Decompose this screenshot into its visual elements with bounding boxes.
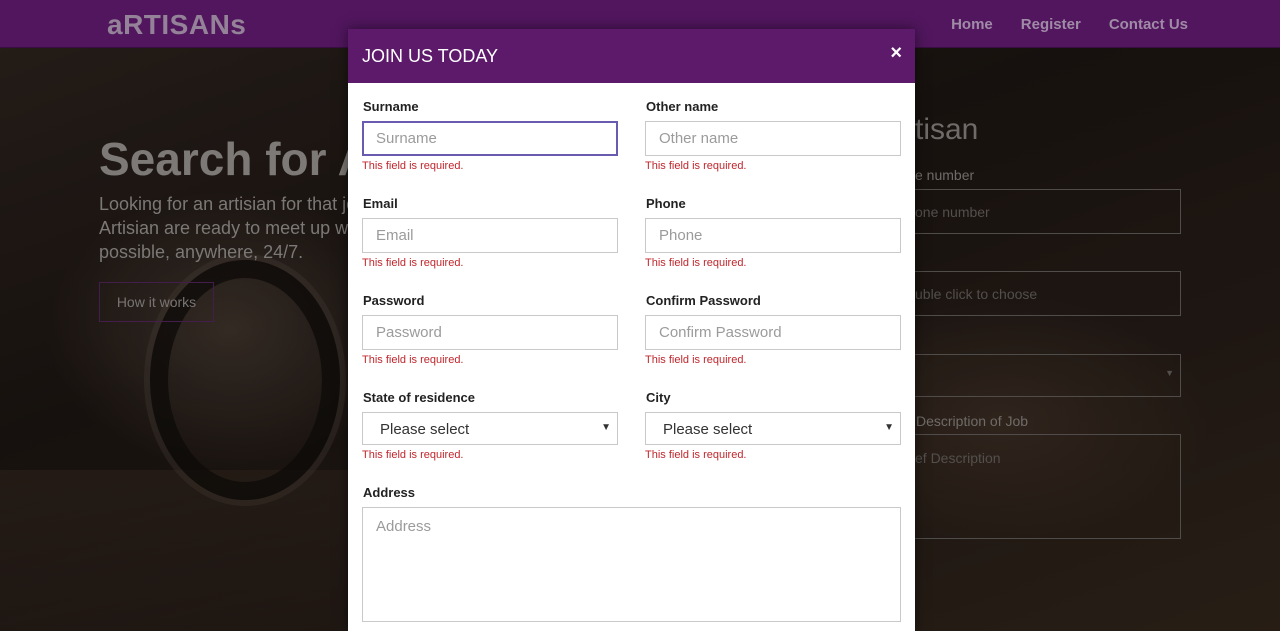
othername-error: This field is required.: [645, 160, 747, 172]
phone-input[interactable]: [645, 218, 901, 253]
email-error: This field is required.: [362, 257, 464, 269]
othername-field: Other name This field is required.: [645, 99, 901, 172]
city-select-value: Please select: [663, 421, 753, 438]
modal-title: JOIN US TODAY: [362, 46, 499, 66]
password-input[interactable]: [362, 315, 618, 350]
join-modal: JOIN US TODAY × Surname This field is re…: [348, 29, 915, 631]
chevron-down-icon: ▼: [601, 422, 611, 433]
password-error: This field is required.: [362, 354, 464, 366]
address-field: Address This field is required.: [362, 485, 901, 631]
state-error: This field is required.: [362, 449, 464, 461]
state-select[interactable]: Please select ▼: [362, 412, 618, 445]
chevron-down-icon: ▼: [884, 422, 894, 433]
state-label: State of residence: [363, 390, 475, 405]
othername-label: Other name: [646, 99, 719, 114]
city-error: This field is required.: [645, 449, 747, 461]
surname-field: Surname This field is required.: [362, 99, 618, 172]
confirm-password-input[interactable]: [645, 315, 901, 350]
othername-input[interactable]: [645, 121, 901, 156]
email-input[interactable]: [362, 218, 618, 253]
close-icon[interactable]: ×: [890, 43, 902, 63]
password-label: Password: [363, 293, 425, 308]
state-field: State of residence Please select ▼ This …: [362, 390, 618, 461]
confirm-password-field: Confirm Password This field is required.: [645, 293, 901, 366]
password-field: Password This field is required.: [362, 293, 618, 366]
surname-input[interactable]: [362, 121, 618, 156]
confirm-password-label: Confirm Password: [646, 293, 761, 308]
phone-label: Phone: [646, 196, 686, 211]
city-label: City: [646, 390, 671, 405]
city-field: City Please select ▼ This field is requi…: [645, 390, 901, 461]
email-label: Email: [363, 196, 398, 211]
address-label: Address: [363, 485, 416, 500]
confirm-password-error: This field is required.: [645, 354, 747, 366]
phone-error: This field is required.: [645, 257, 747, 269]
surname-label: Surname: [363, 99, 419, 114]
email-field: Email This field is required.: [362, 196, 618, 269]
phone-field: Phone This field is required.: [645, 196, 901, 269]
address-textarea[interactable]: [362, 507, 901, 622]
state-select-value: Please select: [380, 421, 470, 438]
city-select[interactable]: Please select ▼: [645, 412, 901, 445]
modal-header: JOIN US TODAY ×: [348, 29, 915, 83]
surname-error: This field is required.: [362, 160, 464, 172]
